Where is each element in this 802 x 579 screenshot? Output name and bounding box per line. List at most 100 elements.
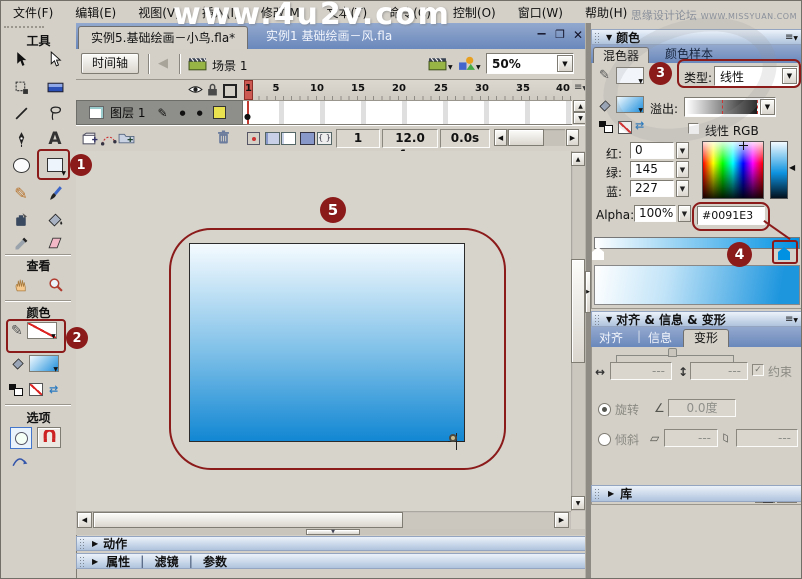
delete-layer-trash-button[interactable] xyxy=(217,129,230,145)
oval-tool[interactable] xyxy=(7,153,35,177)
free-transform-tool[interactable] xyxy=(7,75,35,99)
timeline-hscroll-thumb[interactable] xyxy=(508,129,544,146)
pencil-tool[interactable]: ✎ xyxy=(7,181,35,205)
actions-panel-header[interactable]: ▶ 动作 xyxy=(76,536,589,551)
rotate-radio[interactable] xyxy=(598,403,611,416)
keyframe-dot-icon[interactable]: ● xyxy=(244,112,251,121)
mixer-default-colors-button[interactable] xyxy=(599,121,613,133)
brush-tool[interactable] xyxy=(41,181,69,205)
ink-bottle-tool[interactable] xyxy=(7,207,35,231)
close-icon[interactable]: ✕ xyxy=(573,28,583,42)
panel-grip[interactable] xyxy=(594,488,599,499)
expand-arrow-icon[interactable]: ▶ xyxy=(608,489,614,498)
onion-skin-outlines-button[interactable] xyxy=(281,132,296,145)
canvas-vscrollbar[interactable]: ▲ ▼ xyxy=(571,151,585,511)
splitter-collapse-handle[interactable]: ▼ xyxy=(306,529,360,535)
hscroll-thumb[interactable] xyxy=(93,512,403,528)
edit-symbols-dropdown-arrow-icon[interactable]: ▼ xyxy=(476,64,481,71)
zoom-select[interactable]: 50% ▼ xyxy=(486,53,574,74)
blue-spinner-icon[interactable]: ▼ xyxy=(676,180,689,197)
menu-file[interactable]: 文件(F) xyxy=(7,2,64,23)
fill-color-control[interactable]: ▼ xyxy=(11,355,59,373)
tab-transform[interactable]: 变形 xyxy=(683,329,730,347)
menu-help[interactable]: 帮助(H) xyxy=(574,2,638,23)
panel-grip[interactable] xyxy=(594,313,599,325)
default-colors-button[interactable] xyxy=(9,383,23,396)
overflow-dropdown-arrow-icon[interactable]: ▼ xyxy=(760,99,775,115)
red-spinner-icon[interactable]: ▼ xyxy=(676,142,689,159)
constrain-checkbox[interactable]: ✓ xyxy=(752,364,764,376)
center-frame-button[interactable] xyxy=(247,132,260,145)
green-field[interactable]: 145 xyxy=(630,161,674,178)
object-drawing-toggle[interactable] xyxy=(10,427,32,449)
onion-skin-button[interactable] xyxy=(265,132,280,145)
timeline-hscroll-left-icon[interactable]: ◀ xyxy=(494,129,507,146)
color-picker-area[interactable] xyxy=(702,141,764,199)
eyedropper-tool[interactable] xyxy=(7,231,35,255)
swap-colors-icon[interactable]: ⇄ xyxy=(49,383,58,396)
outline-all-layers-icon[interactable] xyxy=(223,84,237,98)
zoom-dropdown-arrow-icon[interactable]: ▼ xyxy=(557,55,573,72)
text-tool[interactable]: A xyxy=(41,127,69,151)
panel-menu-icon[interactable]: ≡▼ xyxy=(785,314,798,325)
no-color-button[interactable] xyxy=(29,383,43,396)
back-arrow-icon[interactable]: ◀ xyxy=(158,56,168,71)
timeline-ruler[interactable]: 1 5 10 15 20 25 30 35 40 xyxy=(243,80,572,101)
add-motion-guide-button[interactable] xyxy=(100,131,117,146)
frames-grid[interactable]: ● xyxy=(243,100,572,125)
layer-outline-color-swatch[interactable] xyxy=(212,106,226,119)
hand-tool[interactable] xyxy=(7,272,35,296)
panel-menu-icon[interactable]: ≡▼ xyxy=(785,32,798,43)
layer-row[interactable]: 图层 1 ✎ ● ● xyxy=(76,100,243,125)
frame-rate-field[interactable]: 12.0 fps xyxy=(382,129,438,162)
alpha-spinner-icon[interactable]: ▼ xyxy=(678,205,691,222)
edit-multiple-frames-button[interactable] xyxy=(300,132,315,145)
filters-tab[interactable]: 滤镜 xyxy=(155,553,179,570)
tab-align[interactable]: 对齐 xyxy=(599,329,623,346)
properties-panel-header[interactable]: ▶ 属性 | 滤镜 | 参数 xyxy=(76,553,589,569)
expand-arrow-icon[interactable]: ▶ xyxy=(92,557,98,566)
brightness-bar[interactable] xyxy=(770,141,788,199)
vscroll-up-icon[interactable]: ▲ xyxy=(571,152,585,166)
menu-edit[interactable]: 编辑(E) xyxy=(64,2,127,23)
show-hide-all-layers-icon[interactable] xyxy=(188,84,203,95)
width-field[interactable]: --- xyxy=(610,362,672,380)
smooth-mode-option[interactable] xyxy=(11,455,28,468)
lock-all-layers-icon[interactable] xyxy=(207,83,218,96)
blue-field[interactable]: 227 xyxy=(630,180,674,197)
canvas-hscrollbar[interactable]: ◀ ▶ xyxy=(76,511,571,529)
snap-to-objects-toggle[interactable] xyxy=(37,427,61,448)
paint-bucket-tool[interactable] xyxy=(41,207,69,231)
lasso-tool[interactable] xyxy=(41,101,69,125)
modify-onion-markers-button[interactable]: { } xyxy=(317,132,332,145)
timeline-toggle-button[interactable]: 时间轴 xyxy=(81,53,140,74)
layer-lock-dot-icon[interactable]: ● xyxy=(197,109,203,117)
subselection-tool[interactable] xyxy=(41,47,69,71)
rotate-angle-field[interactable]: 0.0度 xyxy=(668,399,736,417)
zoom-tool[interactable] xyxy=(41,272,69,296)
edit-scene-button[interactable] xyxy=(428,57,447,71)
toolbox-grip[interactable] xyxy=(4,26,44,31)
properties-tab[interactable]: 属性 xyxy=(106,553,130,570)
insert-layer-folder-button[interactable] xyxy=(118,131,135,144)
edit-symbols-button[interactable] xyxy=(458,56,475,71)
edit-scene-dropdown-arrow-icon[interactable]: ▼ xyxy=(448,64,453,71)
red-field[interactable]: 0 xyxy=(630,142,674,159)
selection-tool[interactable] xyxy=(7,47,35,71)
layer-name[interactable]: 图层 1 xyxy=(110,104,145,121)
timeline-hscroll-right-icon[interactable]: ▶ xyxy=(566,129,579,146)
panel-grip[interactable] xyxy=(79,555,84,567)
panel-grip[interactable] xyxy=(79,538,84,549)
gradient-transform-tool[interactable] xyxy=(41,75,69,99)
gradient-definition-bar[interactable] xyxy=(594,237,800,249)
scene-name[interactable]: 场景 1 xyxy=(212,57,247,74)
fill-color-swatch[interactable]: ▼ xyxy=(29,355,59,373)
green-spinner-icon[interactable]: ▼ xyxy=(676,161,689,178)
height-field[interactable]: --- xyxy=(690,362,748,380)
alpha-field[interactable]: 100% xyxy=(634,205,676,222)
bottom-splitter[interactable]: ▼ xyxy=(76,529,589,535)
elapsed-time-field[interactable]: 0.0s xyxy=(440,129,490,148)
vscroll-down-icon[interactable]: ▼ xyxy=(571,496,585,510)
transform-panel-header[interactable]: ▼ 对齐 & 信息 & 变形 ≡▼ xyxy=(591,311,801,327)
collapse-arrow-icon[interactable]: ▼ xyxy=(606,315,612,324)
